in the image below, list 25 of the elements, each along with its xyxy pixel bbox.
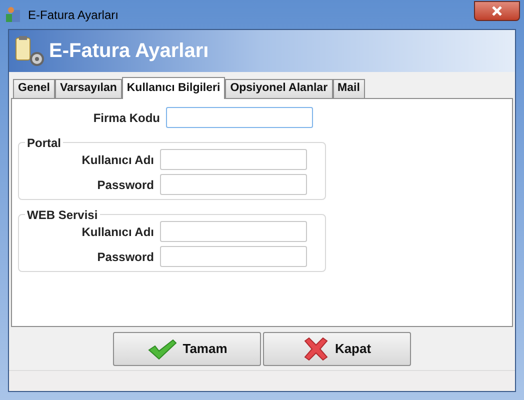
field-label: Kullanıcı Adı	[80, 152, 155, 168]
cross-icon	[302, 336, 329, 360]
tab[interactable]: Opsiyonel Alanlar	[225, 79, 333, 98]
field-label: Password	[96, 176, 155, 194]
input-field[interactable]	[166, 107, 313, 128]
tab[interactable]: Genel	[13, 79, 55, 98]
input-field[interactable]	[160, 149, 307, 170]
input-field[interactable]	[160, 221, 307, 242]
tab[interactable]: Mail	[332, 79, 365, 98]
checkmark-icon	[146, 338, 177, 360]
field-label: Password	[96, 248, 155, 266]
field-label: Firma Kodu	[92, 110, 161, 126]
close-button[interactable]	[474, 0, 520, 20]
dialog-button[interactable]: Tamam	[113, 332, 261, 366]
header-title: E-Fatura Ayarları	[49, 39, 209, 64]
field-label: Kullanıcı Adı	[80, 224, 155, 240]
window-title: E-Fatura Ayarları	[28, 6, 120, 24]
input-field[interactable]	[160, 246, 307, 267]
input-field[interactable]	[160, 174, 307, 195]
clipboard-gear-icon	[13, 35, 45, 67]
app-icon	[4, 6, 22, 24]
close-icon	[492, 6, 502, 16]
tab[interactable]: Kullanıcı Bilgileri	[122, 77, 226, 99]
dialog-button[interactable]: Kapat	[263, 332, 411, 366]
tab[interactable]: Varsayılan	[54, 79, 122, 98]
